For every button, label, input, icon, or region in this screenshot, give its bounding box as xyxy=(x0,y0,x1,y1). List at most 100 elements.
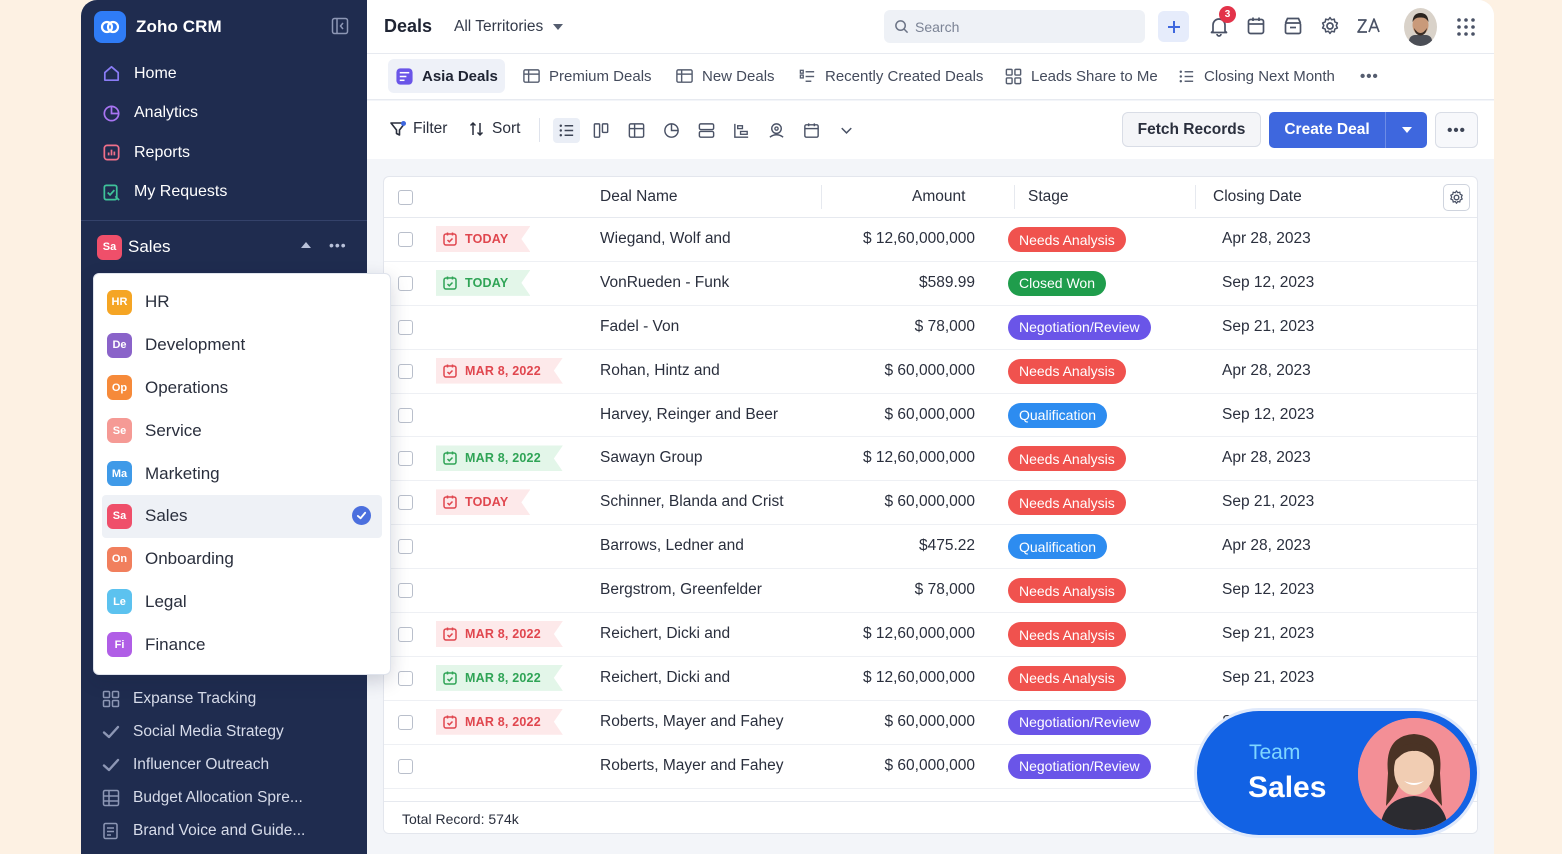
nav-analytics[interactable]: Analytics xyxy=(81,94,367,134)
table-row[interactable]: MAR 8, 2022 Reichert, Dicki and $ 12,60,00… xyxy=(384,657,1477,701)
select-all-checkbox[interactable] xyxy=(398,190,413,205)
dropdown-item-development[interactable]: De Development xyxy=(94,324,390,367)
row-checkbox[interactable] xyxy=(398,670,413,686)
column-stage[interactable]: Stage xyxy=(1028,188,1069,206)
sub-item-influencer-outreach[interactable]: Influencer Outreach xyxy=(81,748,367,781)
dropdown-item-hr[interactable]: HR HR xyxy=(94,281,390,324)
dropdown-item-operations[interactable]: Op Operations xyxy=(94,367,390,410)
sort-button[interactable]: Sort xyxy=(468,120,520,138)
dropdown-item-sales[interactable]: Sa Sales xyxy=(102,494,382,538)
dropdown-item-service[interactable]: Se Service xyxy=(94,409,390,452)
filter-button[interactable]: Filter xyxy=(389,120,447,138)
deal-name-cell[interactable]: Reichert, Dicki and xyxy=(600,669,730,687)
search-box[interactable] xyxy=(884,10,1145,43)
deal-name-cell[interactable]: Fadel - Von xyxy=(600,318,679,336)
tab-label: Leads Share to Me xyxy=(1031,67,1158,85)
tab-leads-share-to-me[interactable]: Leads Share to Me xyxy=(997,59,1165,93)
zia-icon[interactable] xyxy=(1356,15,1382,37)
sub-item-brand-voice[interactable]: Brand Voice and Guide... xyxy=(81,814,367,847)
nav-my-requests[interactable]: My Requests xyxy=(81,173,367,213)
deal-name-cell[interactable]: Rohan, Hintz and xyxy=(600,362,720,380)
calendar-view-button[interactable] xyxy=(798,118,825,143)
create-deal-button[interactable]: Create Deal xyxy=(1269,112,1427,148)
row-checkbox[interactable] xyxy=(398,319,413,335)
marketplace-icon[interactable] xyxy=(1282,15,1304,37)
table-row[interactable]: TODAY VonRueden - Funk $589.99 Closed Won Se… xyxy=(384,262,1477,306)
caret-up-icon[interactable] xyxy=(301,242,311,248)
section-more-icon[interactable]: ••• xyxy=(329,237,347,253)
more-actions-button[interactable]: ••• xyxy=(1435,112,1478,148)
tab-closing-next-month[interactable]: Closing Next Month xyxy=(1170,59,1342,93)
row-checkbox[interactable] xyxy=(398,451,413,467)
gear-icon[interactable] xyxy=(1319,15,1341,37)
tab-recently-created-deals[interactable]: Recently Created Deals xyxy=(791,59,990,93)
nav-home[interactable]: Home xyxy=(81,54,367,94)
create-deal-label[interactable]: Create Deal xyxy=(1269,112,1385,148)
chart-view-button[interactable] xyxy=(658,118,685,143)
team-space-header[interactable]: Sa Sales ••• xyxy=(97,233,353,261)
collapse-sidebar-icon[interactable] xyxy=(331,17,349,35)
sub-item-expanse-tracking[interactable]: Expanse Tracking xyxy=(81,682,367,715)
dropdown-item-legal[interactable]: Le Legal xyxy=(94,581,390,624)
table-row[interactable]: MAR 8, 2022 Reichert, Dicki and $ 12,60,00… xyxy=(384,613,1477,657)
deal-name-cell[interactable]: Harvey, Reinger and Beer xyxy=(600,406,778,424)
brand[interactable]: Zoho CRM xyxy=(94,10,222,44)
list-view-button[interactable] xyxy=(553,118,580,143)
row-checkbox[interactable] xyxy=(398,627,413,643)
deal-name-cell[interactable]: Roberts, Mayer and Fahey xyxy=(600,713,784,731)
tab-premium-deals[interactable]: Premium Deals xyxy=(515,59,659,93)
territory-selector[interactable]: All Territories xyxy=(454,18,564,36)
nav-reports[interactable]: Reports xyxy=(81,133,367,173)
table-row[interactable]: Fadel - Von $ 78,000 Negotiation/Review Sep… xyxy=(384,306,1477,350)
dropdown-item-marketing[interactable]: Ma Marketing xyxy=(94,452,390,495)
row-checkbox[interactable] xyxy=(398,758,413,774)
deal-name-cell[interactable]: VonRueden - Funk xyxy=(600,274,729,292)
row-checkbox[interactable] xyxy=(398,583,413,599)
tab-new-deals[interactable]: New Deals xyxy=(668,59,782,93)
table-row[interactable]: MAR 8, 2022 Sawayn Group $ 12,60,000,000 Ne… xyxy=(384,437,1477,482)
table-settings-button[interactable] xyxy=(1443,184,1470,211)
tabs-more-icon[interactable]: ••• xyxy=(1360,68,1379,85)
row-checkbox[interactable] xyxy=(398,495,413,511)
deal-name-cell[interactable]: Sawayn Group xyxy=(600,449,703,467)
sub-item-social-media-strategy[interactable]: Social Media Strategy xyxy=(81,715,367,748)
deal-name-cell[interactable]: Roberts, Mayer and Fahey xyxy=(600,757,784,775)
table-row[interactable]: Barrows, Ledner and $475.22 Qualification A… xyxy=(384,525,1477,570)
table-row[interactable]: Bergstrom, Greenfelder $ 78,000 Needs Anal… xyxy=(384,569,1477,614)
column-deal-name[interactable]: Deal Name xyxy=(600,188,678,206)
deal-name-cell[interactable]: Reichert, Dicki and xyxy=(600,625,730,643)
deal-name-cell[interactable]: Wiegand, Wolf and xyxy=(600,230,731,248)
row-checkbox[interactable] xyxy=(398,407,413,423)
table-row[interactable]: Harvey, Reinger and Beer $ 60,000,000 Qual… xyxy=(384,394,1477,438)
search-input[interactable] xyxy=(915,18,1135,35)
row-checkbox[interactable] xyxy=(398,539,413,555)
row-checkbox[interactable] xyxy=(398,275,413,291)
dropdown-item-finance[interactable]: Fi Finance xyxy=(94,623,390,666)
table-row[interactable]: MAR 8, 2022 Rohan, Hintz and $ 60,000,000 N… xyxy=(384,350,1477,394)
fetch-records-button[interactable]: Fetch Records xyxy=(1122,112,1261,147)
sheet-view-button[interactable] xyxy=(623,118,650,143)
row-checkbox[interactable] xyxy=(398,714,413,730)
create-options-caret-icon[interactable] xyxy=(1386,112,1427,148)
map-view-button[interactable] xyxy=(763,118,790,143)
sub-item-budget-allocation[interactable]: Budget Allocation Spre... xyxy=(81,781,367,814)
column-amount[interactable]: Amount xyxy=(912,188,965,206)
dropdown-item-onboarding[interactable]: On Onboarding xyxy=(94,538,390,581)
apps-grid-icon[interactable] xyxy=(1456,17,1476,37)
column-closing-date[interactable]: Closing Date xyxy=(1213,188,1302,206)
tab-asia-deals[interactable]: Asia Deals xyxy=(388,59,505,93)
deal-name-cell[interactable]: Bergstrom, Greenfelder xyxy=(600,581,762,599)
row-checkbox[interactable] xyxy=(398,232,413,247)
deal-name-cell[interactable]: Schinner, Blanda and Crist xyxy=(600,493,784,511)
deal-name-cell[interactable]: Barrows, Ledner and xyxy=(600,537,744,555)
add-button[interactable] xyxy=(1158,11,1189,42)
row-checkbox[interactable] xyxy=(398,363,413,379)
user-avatar[interactable] xyxy=(1404,8,1437,46)
canvas-view-button[interactable] xyxy=(693,118,720,143)
calendar-icon[interactable] xyxy=(1245,15,1267,37)
table-row[interactable]: TODAY Wiegand, Wolf and $ 12,60,000,000 Nee… xyxy=(384,218,1477,262)
more-views-button[interactable] xyxy=(833,118,860,143)
kanban-view-button[interactable] xyxy=(588,118,615,143)
table-row[interactable]: TODAY Schinner, Blanda and Crist $ 60,000,… xyxy=(384,481,1477,526)
timeline-view-button[interactable] xyxy=(728,118,755,143)
